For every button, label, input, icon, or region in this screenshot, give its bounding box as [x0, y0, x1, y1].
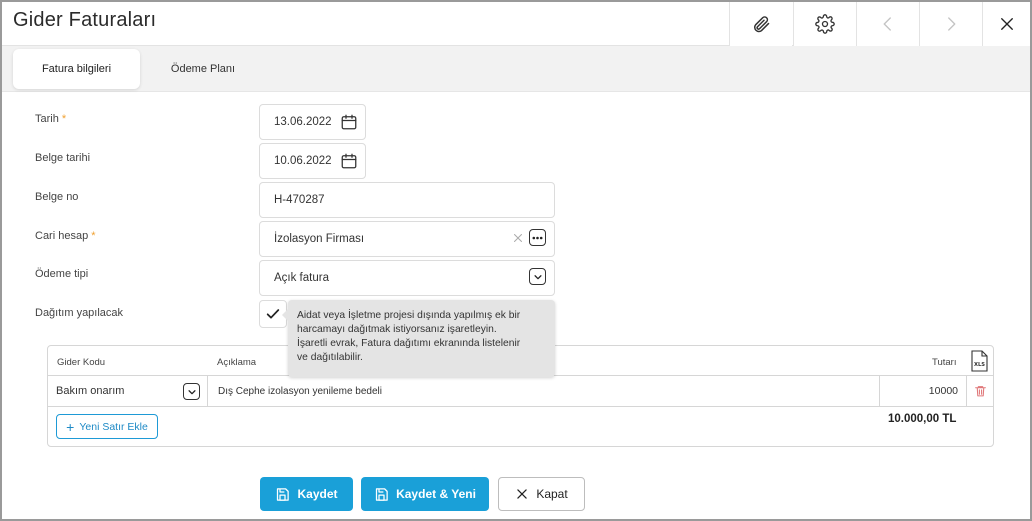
- belge-no-label: Belge no: [35, 191, 79, 203]
- save-button[interactable]: Kaydet: [260, 477, 353, 511]
- plus-icon: +: [66, 418, 75, 435]
- close-label: Kapat: [536, 487, 568, 501]
- tooltip-arrow: [282, 309, 288, 321]
- aciklama-value: Dış Cephe izolasyon yenileme bedeli: [218, 385, 382, 397]
- column-divider: [207, 376, 208, 406]
- gider-kodu-value: Bakım onarım: [56, 385, 125, 397]
- calendar-icon[interactable]: [340, 113, 358, 131]
- save-and-new-label: Kaydet & Yeni: [396, 487, 476, 501]
- belge-tarihi-label: Belge tarihi: [35, 152, 91, 164]
- tutar-cell[interactable]: 10000: [880, 376, 958, 406]
- tarih-label: Tarih *: [35, 113, 67, 125]
- excel-export-icon[interactable]: XLS: [971, 350, 988, 372]
- close-button[interactable]: [982, 2, 1030, 46]
- required-marker: *: [61, 113, 67, 125]
- next-button[interactable]: [919, 2, 982, 46]
- chevron-left-icon: [883, 17, 891, 31]
- belge-no-input[interactable]: H-470287: [259, 182, 555, 218]
- odeme-tipi-label: Ödeme tipi: [35, 268, 89, 280]
- save-label: Kaydet: [297, 487, 338, 501]
- clear-icon[interactable]: [512, 232, 524, 244]
- svg-text:XLS: XLS: [974, 362, 985, 368]
- floppy-disk-icon: [375, 487, 388, 501]
- window: Gider Faturaları Fatura bilgileri Ödeme …: [0, 0, 1032, 521]
- tutar-value: 10000: [928, 385, 958, 397]
- belge-tarihi-date-field[interactable]: 10.06.2022: [259, 143, 366, 179]
- cari-hesap-label: Cari hesap *: [35, 230, 96, 242]
- settings-button[interactable]: [793, 2, 856, 46]
- add-row-button[interactable]: + Yeni Satır Ekle: [56, 414, 158, 439]
- cari-hesap-lookup[interactable]: İzolasyon Firması: [259, 221, 555, 257]
- tab-odeme-plani[interactable]: Ödeme Planı: [142, 49, 264, 89]
- aciklama-cell[interactable]: Dış Cephe izolasyon yenileme bedeli: [218, 376, 868, 406]
- chevron-down-icon: [533, 274, 542, 279]
- required-marker: *: [91, 230, 96, 242]
- title-bar: Gider Faturaları: [2, 2, 1030, 46]
- tooltip-line: harcamayı dağıtmak istiyorsanız işaretle…: [297, 324, 497, 335]
- tab-strip: Fatura bilgileri Ödeme Planı: [2, 46, 1030, 92]
- tarih-date-field[interactable]: 13.06.2022: [259, 104, 366, 140]
- odeme-tipi-select[interactable]: Açık fatura: [259, 260, 555, 296]
- close-icon: [1000, 18, 1013, 30]
- column-header-tutar: Tutarı: [932, 357, 957, 368]
- tooltip-line: İşaretli evrak, Fatura dağıtımı ekranınd…: [297, 338, 521, 349]
- previous-button[interactable]: [856, 2, 919, 46]
- lookup-more-button[interactable]: [529, 229, 546, 246]
- tooltip-line: ve dağıtılabilir.: [297, 352, 363, 363]
- chevron-down-icon: [187, 389, 196, 394]
- table-row: Bakım onarım Dış Cephe izolasyon yenilem…: [48, 376, 993, 407]
- delete-row-button[interactable]: [967, 376, 993, 406]
- attach-button[interactable]: [729, 2, 792, 46]
- paperclip-icon: [754, 16, 770, 33]
- belge-no-value: H-470287: [274, 194, 325, 206]
- tooltip-line: Aidat veya İşletme projesi dışında yapıl…: [297, 310, 521, 321]
- odeme-tipi-value: Açık fatura: [274, 272, 329, 284]
- grid-total: 10.000,00 TL: [888, 413, 957, 425]
- floppy-disk-icon: [277, 487, 290, 501]
- gider-kodu-dropdown-button[interactable]: [183, 383, 200, 400]
- dagitim-tooltip: Aidat veya İşletme projesi dışında yapıl…: [282, 300, 555, 377]
- tab-fatura-bilgileri[interactable]: Fatura bilgileri: [13, 49, 140, 89]
- gear-icon: [815, 14, 835, 34]
- close-form-button[interactable]: Kapat: [498, 477, 585, 511]
- add-row-label: Yeni Satır Ekle: [79, 420, 148, 433]
- trash-icon: [974, 386, 986, 397]
- checkmark-icon: [266, 309, 280, 319]
- save-and-new-button[interactable]: Kaydet & Yeni: [361, 477, 489, 511]
- close-icon: [517, 489, 528, 499]
- column-header-gider-kodu: Gider Kodu: [57, 357, 106, 368]
- calendar-icon[interactable]: [340, 152, 358, 170]
- more-dots-icon: [532, 236, 543, 239]
- chevron-right-icon: [948, 17, 956, 31]
- dagitim-label: Dağıtım yapılacak: [35, 307, 124, 319]
- dropdown-button[interactable]: [529, 268, 546, 285]
- window-title: Gider Faturaları: [13, 9, 157, 31]
- column-header-aciklama: Açıklama: [217, 357, 257, 368]
